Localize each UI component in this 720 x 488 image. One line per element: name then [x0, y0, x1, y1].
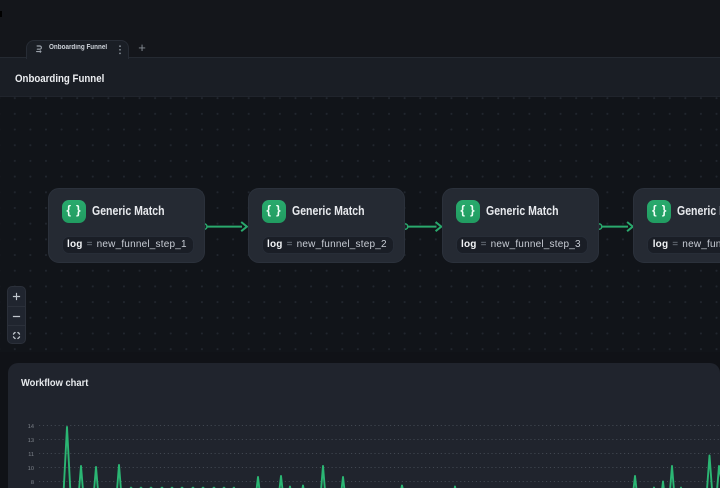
svg-text:8: 8 [31, 480, 34, 486]
svg-text:14: 14 [28, 424, 34, 430]
svg-text:11: 11 [28, 452, 34, 458]
svg-text:13: 13 [28, 438, 34, 444]
svg-text:10: 10 [28, 466, 34, 472]
